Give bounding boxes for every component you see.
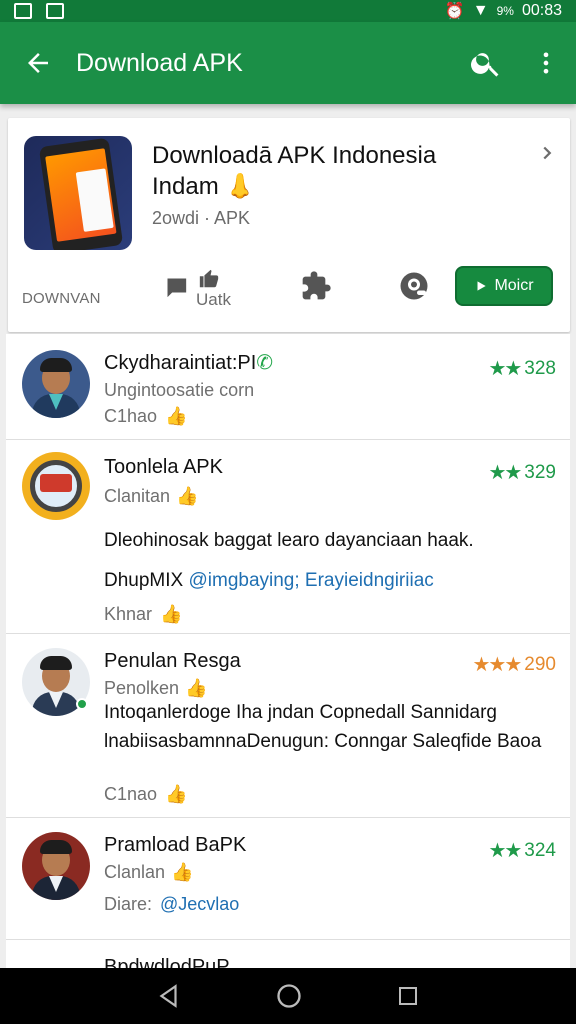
support-icon xyxy=(400,272,428,300)
star-icons: ★★★ xyxy=(472,654,523,676)
list-item-partial[interactable]: BpdwdlodPuP xyxy=(6,940,570,968)
search-button[interactable] xyxy=(456,22,516,104)
thumbs-up-icon[interactable]: 👍 xyxy=(165,784,187,805)
app-bar: Download APK xyxy=(0,22,576,104)
app-title-emoji: 👃 xyxy=(225,173,256,200)
arrow-back-icon xyxy=(28,53,48,73)
clock: 00:83 xyxy=(521,2,562,19)
avatar xyxy=(22,832,90,900)
list-item[interactable]: Ckydharaintiat:PI✆ Ungintoosatie corn C1… xyxy=(6,334,570,440)
review-footer: C1nao 👍 xyxy=(104,784,188,805)
review-footer: Khnar 👍 xyxy=(104,604,183,625)
review-footer: Diare: @Jecvlao xyxy=(104,894,240,915)
list-item[interactable]: Toonlela APK Clanitan 👍 Dleohinosak bagga… xyxy=(6,440,570,634)
avatar xyxy=(22,452,90,520)
star-icons: ★★ xyxy=(488,358,522,380)
recents-nav-icon[interactable] xyxy=(396,984,420,1008)
star-icons: ★★ xyxy=(488,840,522,862)
phone-illustration xyxy=(38,137,124,250)
status-bar: ⏰ ▼ 9% 00:83 xyxy=(0,0,576,22)
list-item[interactable]: Penulan Resga Penolken 👍 Intoqanlerdoge I… xyxy=(6,634,570,818)
app-icon xyxy=(24,136,132,250)
puzzle-button[interactable] xyxy=(300,270,332,302)
reviewer-name: BpdwdlodPuP xyxy=(104,956,230,968)
thumbs-up-icon: 👍 xyxy=(185,678,208,698)
home-nav-icon[interactable] xyxy=(275,982,303,1010)
review-list[interactable]: Ckydharaintiat:PI✆ Ungintoosatie corn C1… xyxy=(6,334,570,968)
back-nav-icon[interactable] xyxy=(156,983,182,1009)
rating: ★★ 329 xyxy=(488,460,556,485)
like-action[interactable]: Uatk xyxy=(164,268,231,310)
review-mentions: DhupMIX @imgbaying; Erayieidngiriiac xyxy=(104,570,434,591)
more-vert-icon xyxy=(543,52,549,74)
review-body: Dleohinosak baggat learo dayanciaan haak… xyxy=(104,530,474,551)
thumbs-up-icon[interactable]: 👍 xyxy=(165,406,187,427)
chart-notification-icon xyxy=(46,3,64,19)
rating: ★★ 324 xyxy=(488,838,556,863)
support-button[interactable] xyxy=(396,268,432,304)
reviewer-name: Penulan Resga xyxy=(104,650,241,672)
list-item[interactable]: Pramload BaPK Clanlan 👍 Diare: @Jecvlao ★… xyxy=(6,818,570,940)
rating-count: 324 xyxy=(524,839,556,861)
thumbs-up-icon[interactable]: 👍 xyxy=(160,604,182,625)
review-footer: C1hao 👍 xyxy=(104,406,188,427)
thumbs-up-icon: 👍 xyxy=(171,862,194,882)
gallery-notification-icon xyxy=(14,3,32,19)
puzzle-icon xyxy=(302,271,331,300)
star-icons: ★★ xyxy=(488,462,522,484)
reviewer-name: Pramload BaPK xyxy=(104,834,247,856)
overflow-menu-button[interactable] xyxy=(516,22,576,104)
thumbs-up-icon xyxy=(199,269,219,288)
reviewer-sub: Clanitan 👍 xyxy=(104,486,199,506)
review-body: Intoqanlerdoge Iha jndan Copnedall Sanni… xyxy=(104,702,542,752)
back-button[interactable] xyxy=(0,22,76,104)
app-title: Downloadā APK Indonesia Indam 👃 xyxy=(152,142,437,200)
rating: ★★★ 290 xyxy=(473,652,557,677)
app-meta: 2owdi · APK xyxy=(152,208,251,228)
install-label: Moicr xyxy=(494,277,534,294)
battery-level: 9% xyxy=(496,4,514,18)
whatsapp-icon: ✆ xyxy=(256,352,274,374)
rating-count: 329 xyxy=(524,461,556,483)
reviewer-sub: Penolken 👍 xyxy=(104,678,208,698)
thumbs-up-icon: 👍 xyxy=(176,486,199,506)
rating: ★★ 328 xyxy=(488,356,556,381)
install-button[interactable]: Moicr xyxy=(455,266,553,306)
avatar xyxy=(22,350,90,418)
wifi-icon: ▼ xyxy=(472,2,489,19)
search-icon xyxy=(471,53,499,77)
app-bar-title: Download APK xyxy=(76,48,243,77)
online-status-dot xyxy=(76,698,88,710)
app-card[interactable]: Downloadā APK Indonesia Indam 👃 2owdi · … xyxy=(8,118,570,332)
reviewer-sub: Ungintoosatie corn xyxy=(104,380,255,400)
alarm-icon: ⏰ xyxy=(444,3,465,20)
system-nav-bar xyxy=(0,968,576,1024)
rating-count: 290 xyxy=(524,653,556,675)
rating-count: 328 xyxy=(524,357,556,379)
play-icon xyxy=(477,281,487,291)
reviewer-name: Ckydharaintiat:PI✆ xyxy=(104,352,274,374)
comment-icon xyxy=(167,278,187,298)
reviewer-sub: Clanlan 👍 xyxy=(104,862,194,882)
action-label: Uatk xyxy=(196,290,231,309)
reviewer-name: Toonlela APK xyxy=(104,456,223,478)
mention-link[interactable]: @imgbaying; Erayieidngiriiac xyxy=(188,570,433,591)
chevron-right-icon[interactable] xyxy=(536,142,558,169)
mention-link[interactable]: @Jecvlao xyxy=(160,894,239,915)
download-label: DOWNVAN xyxy=(22,290,101,307)
